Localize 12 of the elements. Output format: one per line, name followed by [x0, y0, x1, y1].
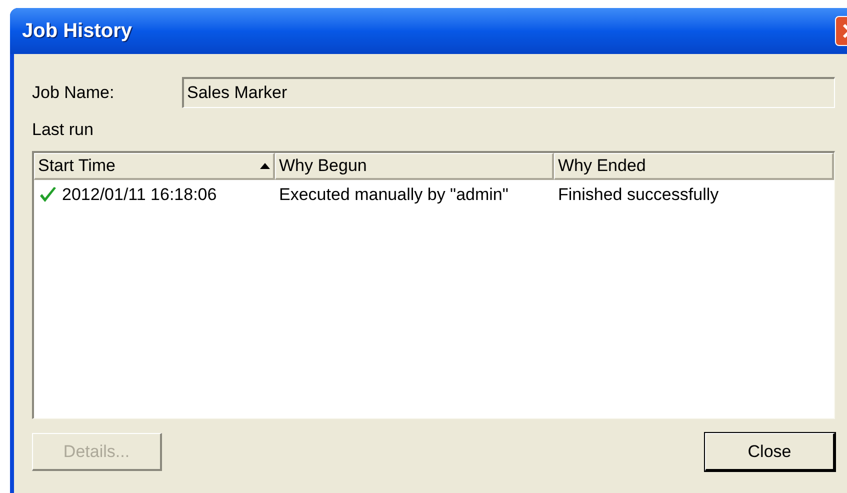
sort-ascending-icon [260, 163, 270, 169]
table-cell-text: Executed manually by "admin" [279, 184, 508, 206]
column-header[interactable]: Why Ended [554, 153, 834, 180]
column-header[interactable]: Why Begun [275, 153, 554, 180]
job-name-field[interactable]: Sales Marker [182, 77, 835, 108]
table-cell-text: Finished successfully [558, 184, 719, 206]
table-cell-text: 2012/01/11 16:18:06 [62, 184, 217, 206]
field-label: Job Name: [32, 82, 116, 104]
window-title: Job History [22, 19, 132, 44]
dialog-button[interactable]: Close [705, 433, 835, 471]
section-label: Last run [32, 119, 94, 141]
column-header[interactable]: Start Time [34, 153, 275, 180]
